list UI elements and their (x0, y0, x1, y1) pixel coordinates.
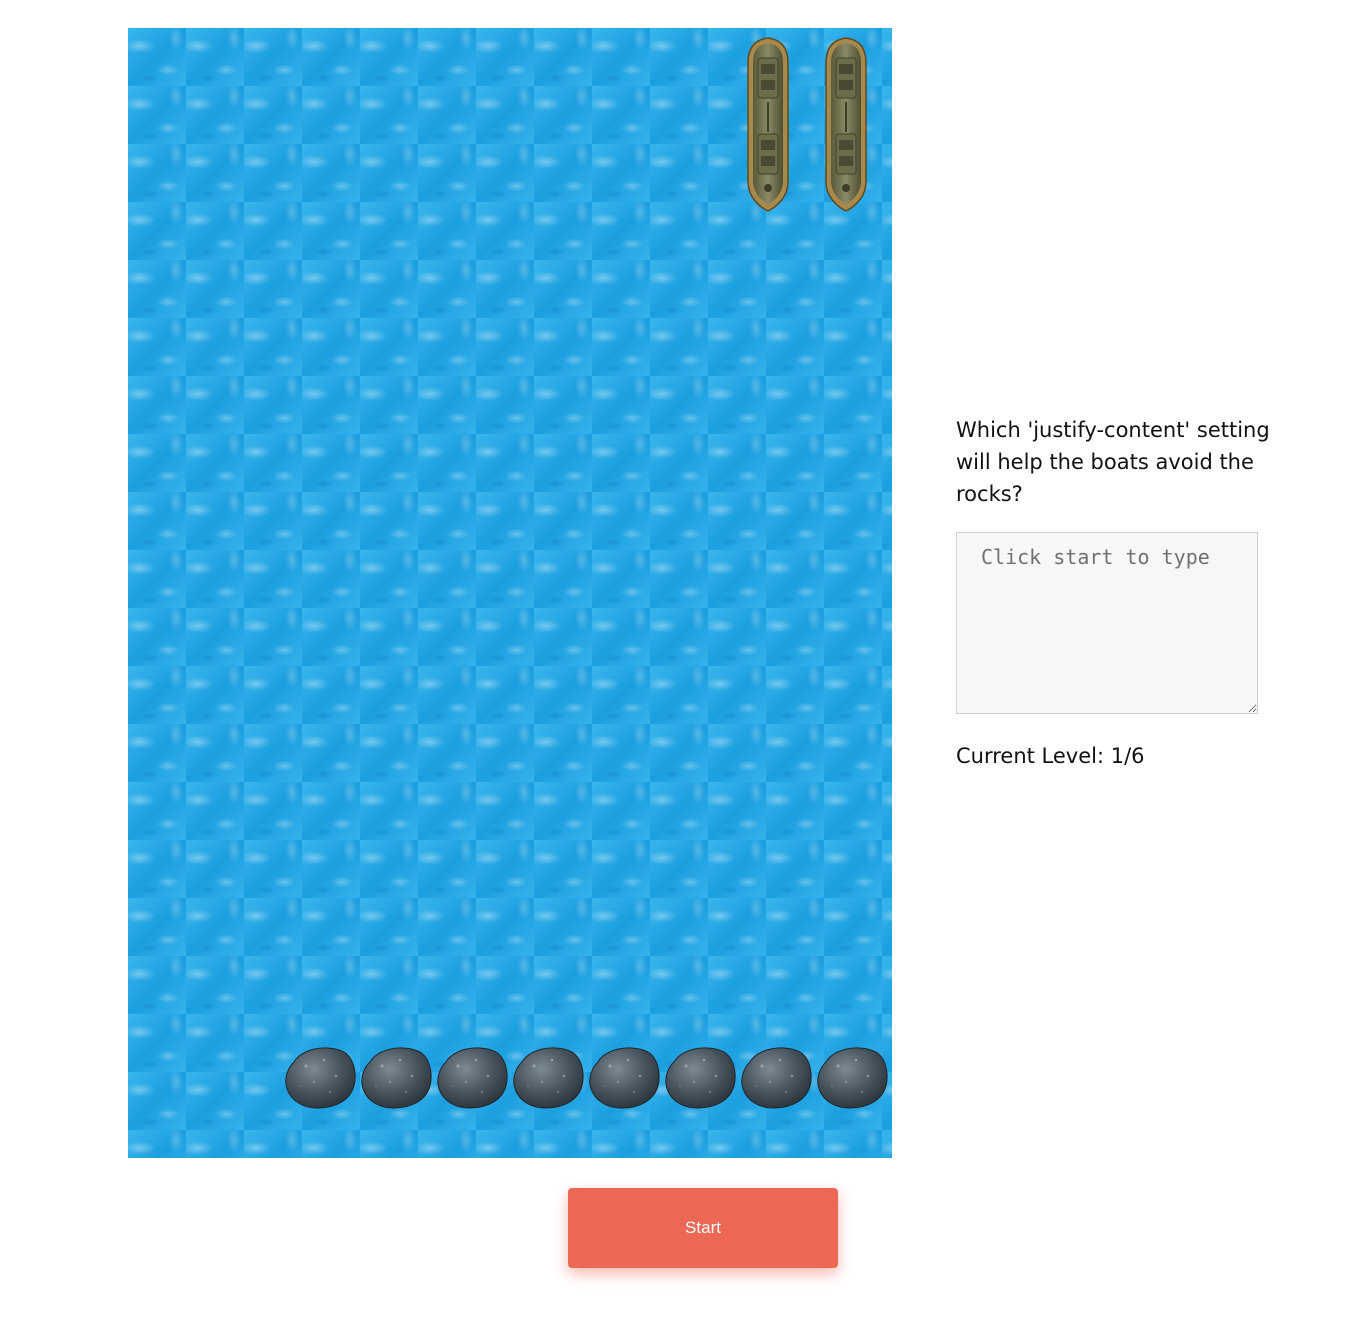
rock-icon (360, 1042, 433, 1110)
rock-icon (664, 1042, 737, 1110)
rock-icon (740, 1042, 813, 1110)
rock-icon (512, 1042, 585, 1110)
rock-icon (284, 1042, 357, 1110)
boat-icon (746, 36, 790, 212)
game-page: Which 'justify-content' setting will hel… (0, 0, 1365, 1320)
answer-input[interactable] (956, 532, 1258, 714)
boat-container (746, 36, 868, 212)
start-button[interactable]: Start (568, 1188, 838, 1268)
rock-icon (436, 1042, 509, 1110)
rock-row (284, 1042, 889, 1110)
question-text: Which 'justify-content' setting will hel… (956, 418, 1270, 506)
boat-icon (824, 36, 868, 212)
rock-icon (588, 1042, 661, 1110)
rock-icon (816, 1042, 889, 1110)
water-board (128, 28, 892, 1158)
current-level: Current Level: 1/6 (956, 744, 1145, 768)
question-panel: Which 'justify-content' setting will hel… (956, 414, 1286, 768)
